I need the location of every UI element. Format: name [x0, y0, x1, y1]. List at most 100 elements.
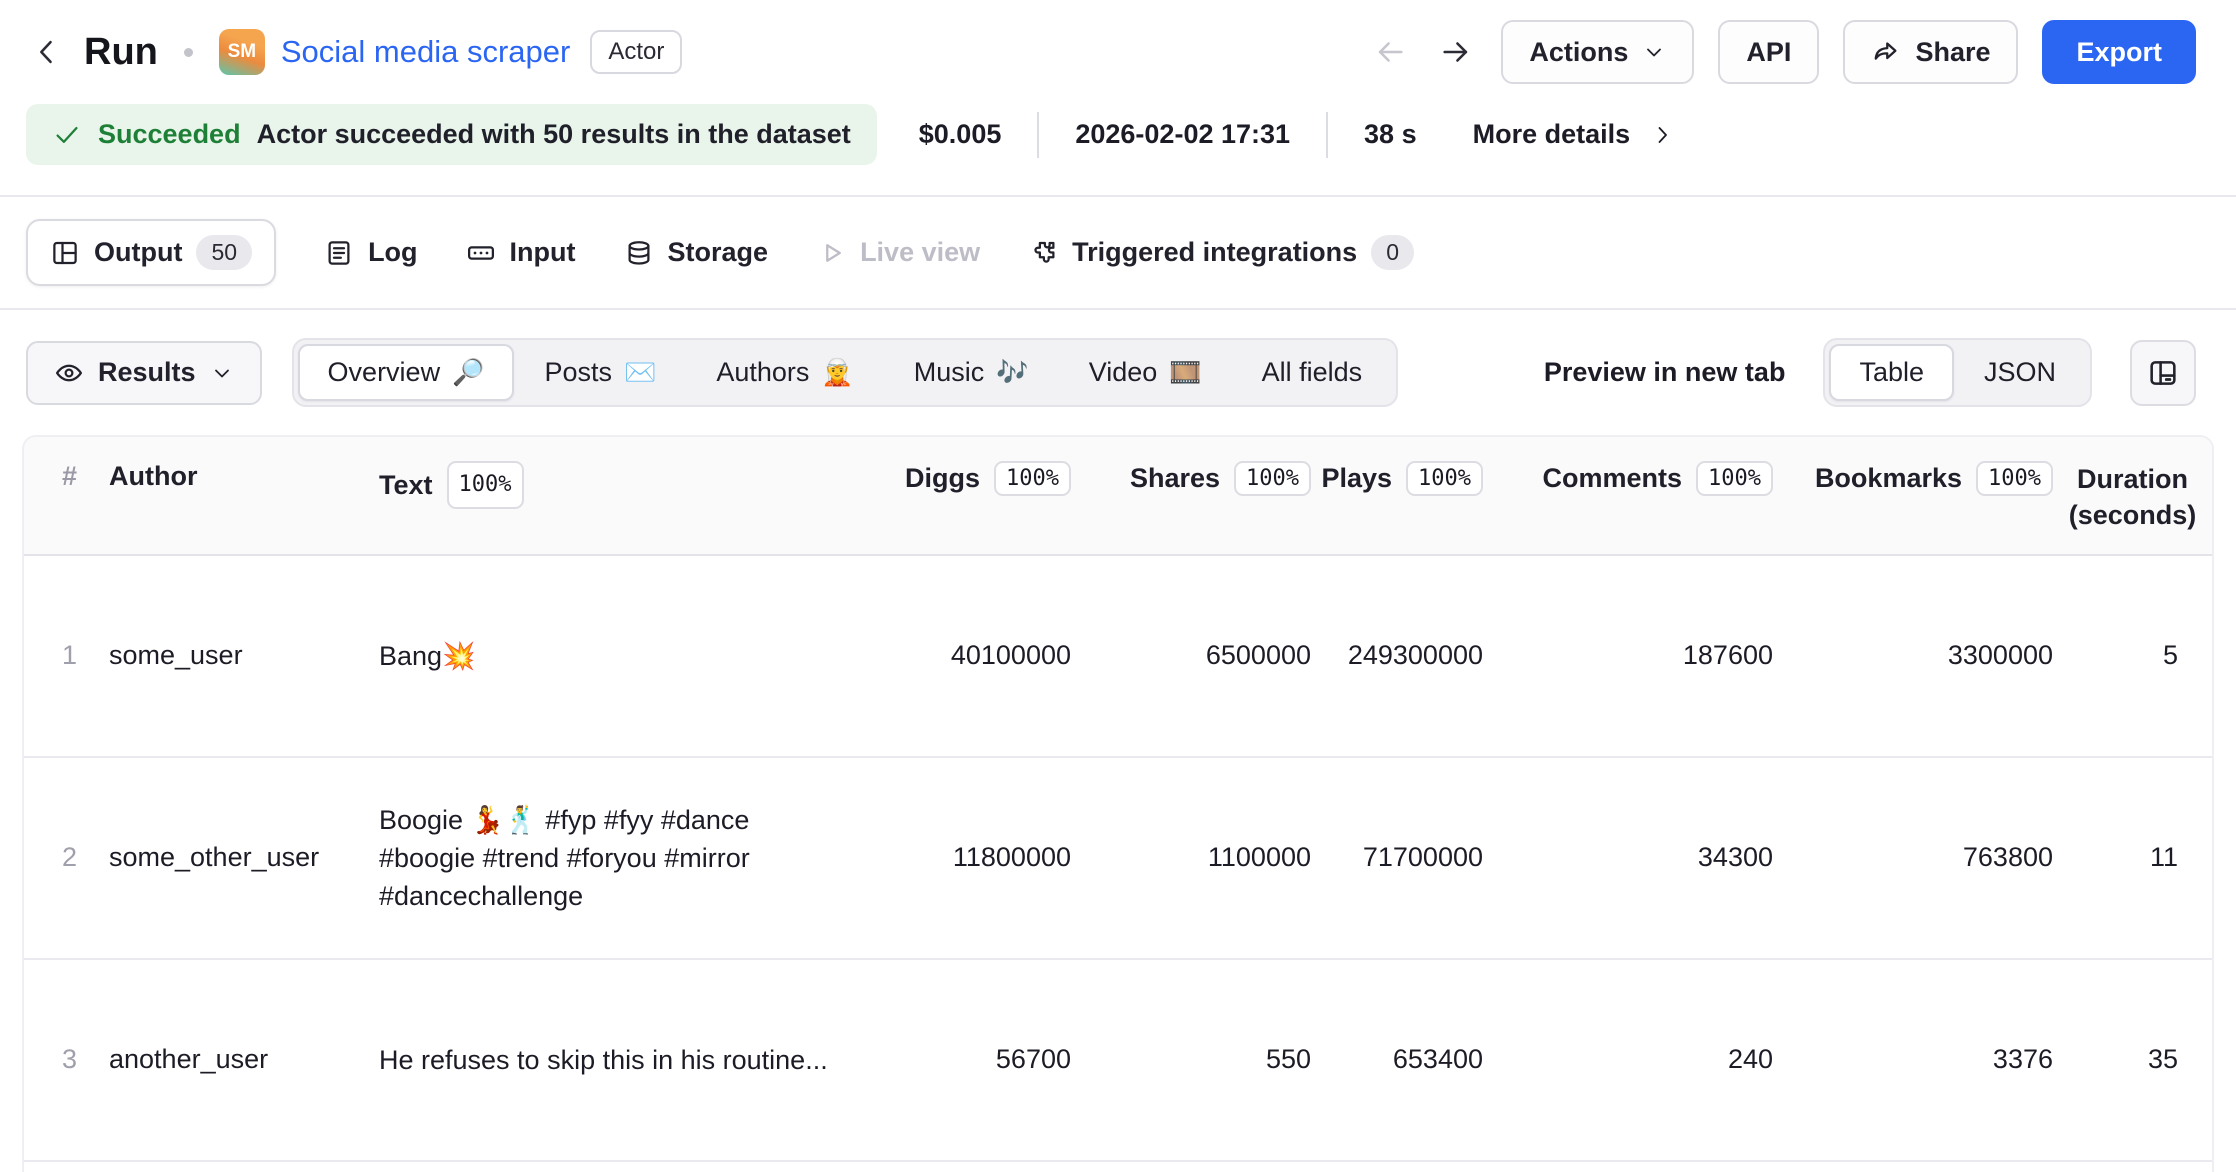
tab-input[interactable]: Input [466, 223, 576, 282]
column-settings-button[interactable] [2130, 340, 2196, 406]
music-emoji-icon: 🎶 [996, 357, 1028, 388]
cell-author: some_other_user [109, 842, 379, 873]
tab-label: Live view [860, 237, 980, 268]
column-header-comments: Comments 100% [1517, 437, 1807, 516]
table-header-row: #AuthorText100%Diggs100%Shares100%Plays1… [24, 437, 2212, 556]
cell-duration: 35 [2087, 1044, 2212, 1075]
tab-output[interactable]: Output50 [26, 219, 276, 286]
tab-storage[interactable]: Storage [624, 223, 769, 282]
chevron-down-icon [1642, 40, 1666, 64]
view-tab-authors[interactable]: Authors🧝 [686, 344, 883, 401]
view-tab-label: Video [1089, 357, 1158, 388]
cell-shares: 6500000 [1105, 640, 1345, 671]
column-label: Bookmarks [1815, 463, 1962, 494]
column-header-diggs: Diggs 100% [895, 437, 1105, 516]
topbar-actions: Actions API Share Export [1369, 20, 2196, 84]
back-button[interactable] [26, 31, 68, 73]
column-label: Comments [1542, 463, 1682, 494]
api-button[interactable]: API [1718, 20, 1819, 84]
status-state: Succeeded [98, 119, 241, 150]
table-row: 2some_other_userBoogie 💃🕺 #fyp #fyy #dan… [24, 758, 2212, 960]
posts-emoji-icon: ✉️ [624, 357, 656, 388]
cell-text: 😂 [379, 1162, 895, 1172]
column-label-line2: (seconds) [2069, 497, 2197, 533]
run-page: Run SM Social media scraper Actor Action… [0, 0, 2236, 1172]
table-row: 1some_userBang💥4010000065000002493000001… [24, 556, 2212, 758]
chevron-left-icon [30, 35, 64, 69]
format-option-label: Table [1859, 357, 1924, 388]
tab-count-badge: 0 [1371, 235, 1414, 270]
view-tab-music[interactable]: Music🎶 [884, 344, 1059, 401]
cell-bookmarks: 763800 [1807, 842, 2087, 873]
status-message: Actor succeeded with 50 results in the d… [257, 119, 851, 150]
page-title: Run [84, 31, 158, 74]
divider [1037, 112, 1039, 158]
column-header-bookmarks: Bookmarks 100% [1807, 437, 2087, 516]
dataset-view-switcher: Overview🔎Posts✉️Authors🧝Music🎶Video🎞️ All… [292, 338, 1399, 407]
play-icon [816, 238, 846, 268]
run-duration: 38 s [1364, 119, 1417, 150]
history-back-button[interactable] [1369, 31, 1411, 73]
history-forward-button[interactable] [1435, 31, 1477, 73]
field-fill-rate-badge: 100% [1406, 461, 1483, 496]
cell-comments: 34300 [1517, 842, 1807, 873]
cell-text: He refuses to skip this in his routine..… [379, 1041, 895, 1079]
field-fill-rate-badge: 100% [1234, 461, 1311, 496]
cell-text: Boogie 💃🕺 #fyp #fyy #dance #boogie #tren… [379, 801, 895, 915]
run-datetime: 2026-02-02 17:31 [1075, 119, 1290, 150]
cell-plays: 71700000 [1345, 842, 1517, 873]
format-option-label: JSON [1984, 357, 2056, 388]
export-button[interactable]: Export [2042, 20, 2196, 84]
storage-icon [624, 238, 654, 268]
log-icon [324, 238, 354, 268]
export-label: Export [2076, 37, 2162, 68]
actor-link[interactable]: Social media scraper [281, 34, 570, 70]
view-tab-posts[interactable]: Posts✉️ [514, 344, 686, 401]
view-tab-overview[interactable]: Overview🔎 [298, 344, 515, 401]
format-option-table[interactable]: Table [1829, 344, 1954, 401]
cell-comments: 240 [1517, 1044, 1807, 1075]
cell-bookmarks: 3376 [1807, 1044, 2087, 1075]
view-tab-video[interactable]: Video🎞️ [1059, 344, 1232, 401]
column-label: Diggs [905, 463, 980, 494]
view-tab-all-fields[interactable]: All fields [1232, 344, 1393, 401]
field-fill-rate-badge: 100% [994, 461, 1071, 496]
results-label: Results [98, 357, 196, 388]
format-option-json[interactable]: JSON [1954, 344, 2086, 401]
tab-label: Triggered integrations [1072, 237, 1357, 268]
share-icon [1871, 37, 1901, 67]
share-button[interactable]: Share [1843, 20, 2018, 84]
tab-log[interactable]: Log [324, 223, 417, 282]
cell-author: some_user [109, 640, 379, 671]
column-label: Author [109, 461, 197, 492]
cell-plays: 653400 [1345, 1044, 1517, 1075]
tab-triggered-integrations[interactable]: Triggered integrations 0 [1028, 221, 1414, 284]
check-icon [52, 120, 82, 150]
table-icon [50, 238, 80, 268]
more-details-button[interactable]: More details [1473, 119, 1675, 150]
actor-type-badge: Actor [590, 30, 682, 74]
preview-in-new-tab-link[interactable]: Preview in new tab [1544, 357, 1786, 388]
results-table: #AuthorText100%Diggs100%Shares100%Plays1… [22, 435, 2214, 1172]
field-fill-rate-badge: 100% [1976, 461, 2053, 496]
cell-diggs: 11800000 [895, 842, 1105, 873]
actor-avatar[interactable]: SM [219, 29, 265, 75]
status-badge: Succeeded Actor succeeded with 50 result… [26, 104, 877, 165]
actions-button[interactable]: Actions [1501, 20, 1694, 84]
table-row: 3another_userHe refuses to skip this in … [24, 960, 2212, 1162]
tab-live-view[interactable]: Live view [816, 223, 980, 282]
table-row: 4😂 [24, 1162, 2212, 1172]
arrow-left-icon [1373, 35, 1407, 69]
field-fill-rate-badge: 100% [1696, 461, 1773, 496]
cell-diggs: 40100000 [895, 640, 1105, 671]
tab-label: Output [94, 237, 182, 268]
share-label: Share [1915, 37, 1990, 68]
results-dropdown-button[interactable]: Results [26, 341, 262, 405]
cell-shares: 1100000 [1105, 842, 1345, 873]
api-label: API [1746, 37, 1791, 68]
actions-label: Actions [1529, 37, 1628, 68]
topbar: Run SM Social media scraper Actor Action… [0, 0, 2236, 96]
chevron-down-icon [210, 361, 234, 385]
overview-emoji-icon: 🔎 [452, 357, 484, 388]
view-tab-label: All fields [1262, 357, 1363, 388]
